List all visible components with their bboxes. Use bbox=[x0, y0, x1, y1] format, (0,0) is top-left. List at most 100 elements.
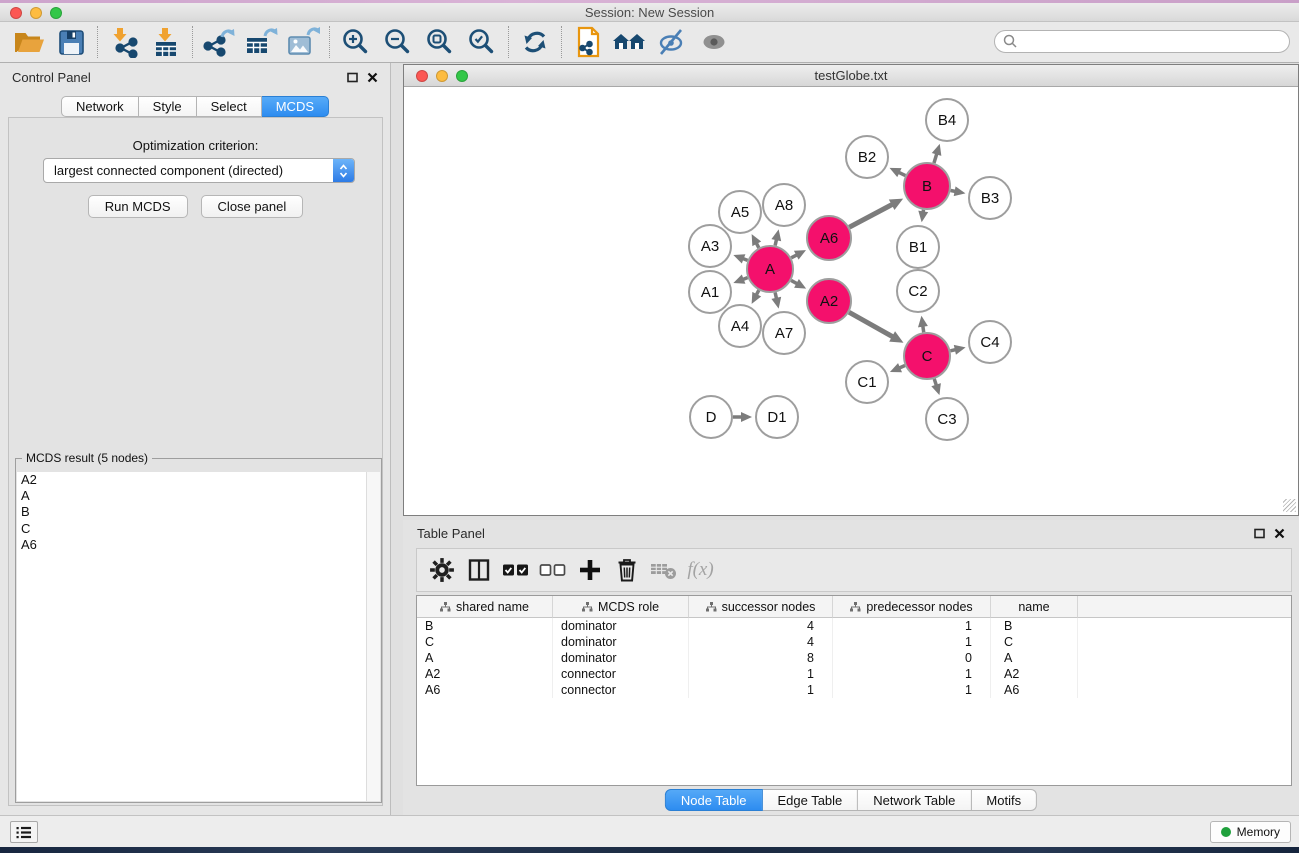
deselect-all-rows-button[interactable] bbox=[534, 551, 571, 589]
import-table-icon bbox=[150, 26, 182, 58]
tab-edge-table[interactable]: Edge Table bbox=[762, 789, 858, 811]
eye-icon bbox=[698, 27, 730, 57]
graph-edge[interactable] bbox=[849, 204, 893, 227]
zoom-in-button[interactable] bbox=[335, 23, 377, 61]
unchecked-boxes-icon bbox=[539, 558, 567, 582]
table-cell: dominator bbox=[553, 650, 689, 666]
table-row[interactable]: Cdominator41C bbox=[417, 634, 1291, 650]
mcds-result-item[interactable]: A6 bbox=[17, 537, 366, 553]
task-history-button[interactable] bbox=[10, 821, 38, 843]
table-settings-button[interactable] bbox=[423, 551, 460, 589]
tab-network-table[interactable]: Network Table bbox=[858, 789, 971, 811]
graph-edge[interactable] bbox=[849, 312, 894, 337]
memory-button[interactable]: Memory bbox=[1210, 821, 1291, 843]
table-cell: 1 bbox=[833, 682, 991, 698]
delete-column-button[interactable] bbox=[608, 551, 645, 589]
optimization-criterion-label: Optimization criterion: bbox=[9, 138, 382, 153]
create-column-button[interactable] bbox=[571, 551, 608, 589]
close-panel-button[interactable]: Close panel bbox=[201, 195, 304, 218]
window-title: Session: New Session bbox=[0, 3, 1299, 22]
graph-edge-arrowhead bbox=[918, 211, 928, 223]
resize-grip-icon[interactable] bbox=[1283, 499, 1296, 512]
hide-graphics-details-button[interactable] bbox=[651, 23, 693, 61]
dropdown-stepper bbox=[333, 159, 354, 182]
birdseye-view-button[interactable] bbox=[693, 23, 735, 61]
mcds-result-scrollbar[interactable] bbox=[366, 472, 380, 801]
table-row[interactable]: Bdominator41B bbox=[417, 618, 1291, 634]
hierarchy-icon bbox=[706, 602, 717, 612]
float-table-panel-icon[interactable] bbox=[1254, 528, 1265, 539]
zoom-out-button[interactable] bbox=[377, 23, 419, 61]
tab-motifs[interactable]: Motifs bbox=[971, 789, 1037, 811]
mcds-result-item[interactable]: A2 bbox=[17, 472, 366, 488]
export-table-button[interactable] bbox=[240, 23, 282, 61]
tab-style[interactable]: Style bbox=[139, 96, 197, 117]
network-canvas[interactable]: B4B2BB3A8A5A6A3B1AA1C2A2A4A7C4CC1DD1C3 bbox=[404, 87, 1298, 514]
table-panel-title: Table Panel bbox=[417, 526, 1254, 541]
search-field[interactable] bbox=[1018, 31, 1289, 52]
export-image-button[interactable] bbox=[282, 23, 324, 61]
open-session-button[interactable] bbox=[8, 23, 50, 61]
tab-node-table[interactable]: Node Table bbox=[665, 789, 763, 811]
table-row[interactable]: A6connector11A6 bbox=[417, 682, 1291, 698]
table-cell: dominator bbox=[553, 618, 689, 634]
float-panel-icon[interactable] bbox=[347, 72, 358, 83]
new-network-from-selection-button[interactable] bbox=[567, 23, 609, 61]
search-input[interactable] bbox=[994, 30, 1290, 53]
tab-network[interactable]: Network bbox=[61, 96, 139, 117]
table-cell: A2 bbox=[991, 666, 1078, 682]
criterion-value: largest connected component (directed) bbox=[44, 163, 333, 178]
show-all-views-button[interactable] bbox=[609, 23, 651, 61]
table-tabbar: Node Table Edge Table Network Table Moti… bbox=[665, 789, 1037, 811]
graph-edge-arrowhead bbox=[771, 229, 781, 241]
table-cell: B bbox=[991, 618, 1078, 634]
table-row[interactable]: A2connector11A2 bbox=[417, 666, 1291, 682]
import-network-button[interactable] bbox=[103, 23, 145, 61]
close-panel-icon[interactable] bbox=[367, 72, 378, 83]
mcds-result-item[interactable]: A bbox=[17, 488, 366, 504]
desktop-wallpaper-bottom bbox=[0, 847, 1299, 853]
close-table-panel-icon[interactable] bbox=[1274, 528, 1285, 539]
save-session-button[interactable] bbox=[50, 23, 92, 61]
import-network-icon bbox=[108, 26, 140, 58]
network-window-titlebar[interactable]: testGlobe.txt bbox=[404, 65, 1298, 87]
table-cell: 1 bbox=[689, 682, 833, 698]
refresh-button[interactable] bbox=[514, 23, 556, 61]
eye-slash-icon bbox=[656, 27, 688, 57]
refresh-icon bbox=[520, 27, 550, 57]
memory-label: Memory bbox=[1237, 825, 1280, 839]
hierarchy-icon bbox=[850, 602, 861, 612]
tab-select[interactable]: Select bbox=[197, 96, 262, 117]
zoom-selected-button[interactable] bbox=[461, 23, 503, 61]
column-header[interactable]: predecessor nodes bbox=[833, 596, 991, 618]
graph-node-label: A5 bbox=[731, 204, 749, 221]
select-all-rows-button[interactable] bbox=[497, 551, 534, 589]
mcds-result-item[interactable]: B bbox=[17, 504, 366, 520]
graph-node-label: B3 bbox=[981, 190, 999, 207]
chevron-up-down-icon bbox=[339, 163, 348, 179]
graph-edge-arrowhead bbox=[954, 345, 966, 355]
table-row[interactable]: Adominator80A bbox=[417, 650, 1291, 666]
column-header[interactable]: MCDS role bbox=[553, 596, 689, 618]
tab-mcds[interactable]: MCDS bbox=[262, 96, 329, 117]
zoom-fit-button[interactable] bbox=[419, 23, 461, 61]
graph-node-label: A1 bbox=[701, 284, 719, 301]
node-table: shared nameMCDS rolesuccessor nodesprede… bbox=[416, 595, 1292, 786]
column-header[interactable]: successor nodes bbox=[689, 596, 833, 618]
criterion-dropdown[interactable]: largest connected component (directed) bbox=[43, 158, 355, 183]
search-icon bbox=[1003, 34, 1018, 49]
graph-edge-arrowhead bbox=[918, 316, 928, 328]
document-network-icon bbox=[572, 25, 604, 59]
export-network-button[interactable] bbox=[198, 23, 240, 61]
export-image-icon bbox=[286, 26, 320, 58]
import-table-button[interactable] bbox=[145, 23, 187, 61]
mcds-result-list[interactable]: A2ABCA6 bbox=[17, 472, 366, 801]
table-cell: 4 bbox=[689, 618, 833, 634]
mcds-result-item[interactable]: C bbox=[17, 521, 366, 537]
column-header[interactable]: name bbox=[991, 596, 1078, 618]
column-panel-button[interactable] bbox=[460, 551, 497, 589]
delete-table-icon bbox=[650, 559, 678, 581]
column-header[interactable]: shared name bbox=[417, 596, 553, 618]
run-mcds-button[interactable]: Run MCDS bbox=[88, 195, 188, 218]
list-icon bbox=[16, 826, 32, 839]
